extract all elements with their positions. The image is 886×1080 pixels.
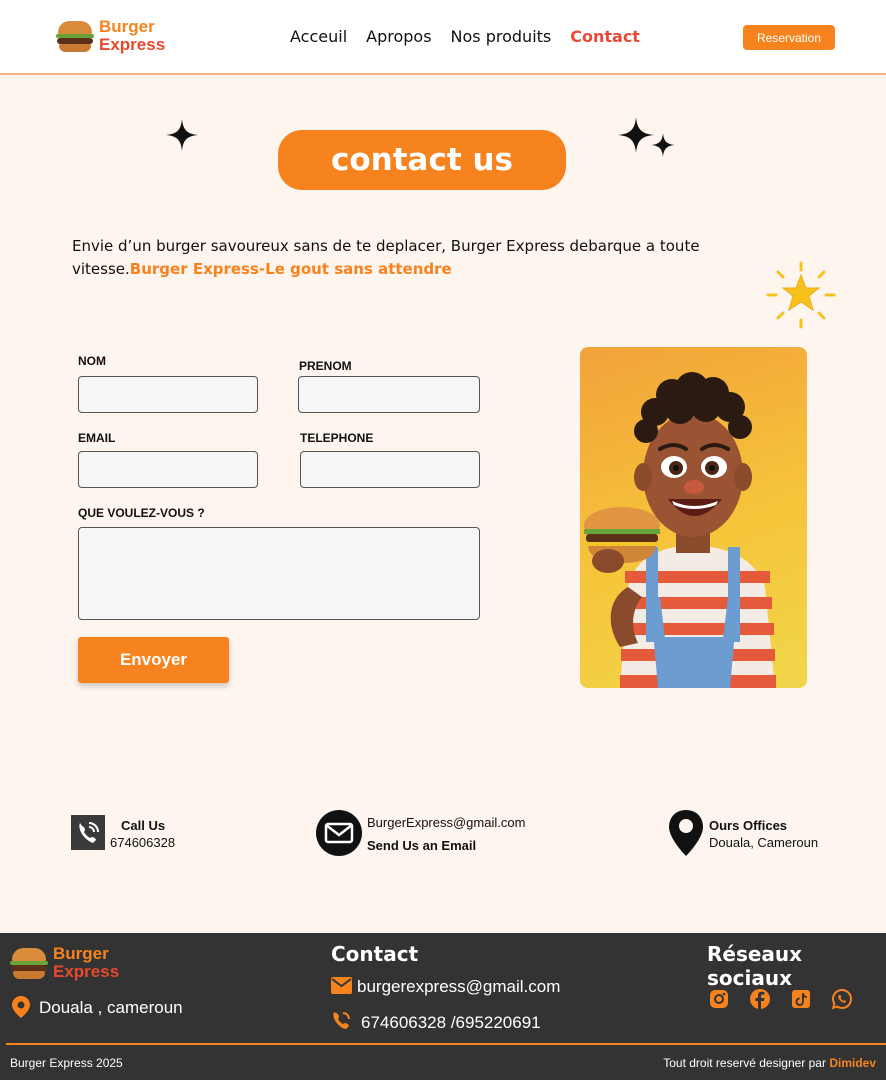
nav-item-apropos[interactable]: Apropos xyxy=(366,27,431,46)
whatsapp-icon[interactable] xyxy=(832,989,852,1009)
footer-logo[interactable]: Burger Express xyxy=(10,945,119,981)
email-input[interactable] xyxy=(78,451,258,488)
footer-phone[interactable]: 674606328 /695220691 xyxy=(361,1013,541,1033)
office-title: Ours Offices xyxy=(709,818,788,833)
send-email-title: Send Us an Email xyxy=(367,838,477,853)
instagram-icon[interactable] xyxy=(709,989,729,1009)
site-header: Burger Express Acceuil Apropos Nos produ… xyxy=(0,0,886,75)
email-icon xyxy=(316,810,362,856)
phone-icon xyxy=(71,815,105,850)
site-footer: Burger Express Douala , cameroun Contact… xyxy=(0,933,886,1080)
intro-paragraph: Envie d’un burger savoureux sans de te d… xyxy=(72,235,742,281)
intro-tagline: Burger Express-Le gout sans attendre xyxy=(129,260,452,278)
nav-item-contact[interactable]: Contact xyxy=(570,27,640,46)
nav-item-nos-produits[interactable]: Nos produits xyxy=(451,27,552,46)
facebook-icon[interactable] xyxy=(750,989,770,1009)
send-button[interactable]: Envoyer xyxy=(78,637,229,683)
sparkle-icon-small xyxy=(651,133,675,157)
footer-logo-text: Burger Express xyxy=(53,945,119,981)
call-us-number[interactable]: 674606328 xyxy=(110,835,175,850)
location-pin-icon xyxy=(669,810,703,856)
logo-line-2: Express xyxy=(99,35,166,54)
telephone-input[interactable] xyxy=(300,451,480,488)
main-nav: Acceuil Apropos Nos produits Contact xyxy=(290,27,640,46)
footer-location: Douala , cameroun xyxy=(39,998,183,1017)
footer-divider xyxy=(6,1043,886,1045)
copyright-text: Burger Express 2025 xyxy=(10,1056,123,1070)
logo-line-1: Burger xyxy=(99,17,155,36)
telephone-label: TELEPHONE xyxy=(300,431,374,445)
prenom-input[interactable] xyxy=(298,376,480,413)
rights-text: Tout droit reservé designer par Dimidev xyxy=(663,1056,876,1070)
message-textarea[interactable] xyxy=(78,527,480,620)
prenom-label: PRENOM xyxy=(299,359,352,373)
sparkle-icon-large xyxy=(618,117,654,153)
nom-input[interactable] xyxy=(78,376,258,413)
footer-logo-line-1: Burger xyxy=(53,944,109,963)
mail-icon xyxy=(331,977,352,994)
office-location: Douala, Cameroun xyxy=(709,835,819,850)
nav-item-acceuil[interactable]: Acceuil xyxy=(290,27,347,46)
tiktok-icon[interactable] xyxy=(791,989,811,1009)
reservation-button[interactable]: Reservation xyxy=(743,25,835,50)
footer-logo-line-2: Express xyxy=(53,962,120,981)
boy-with-burger-illustration xyxy=(580,347,807,688)
nom-label: NOM xyxy=(78,354,106,368)
rights-label: Tout droit reservé designer par xyxy=(663,1056,830,1070)
call-us-title: Call Us xyxy=(121,818,166,833)
email-label: EMAIL xyxy=(78,431,116,445)
footer-email[interactable]: burgerexpress@gmail.com xyxy=(357,977,560,997)
footer-contact-heading: Contact xyxy=(331,942,419,966)
page-title: contact us xyxy=(278,130,566,190)
burger-logo-icon xyxy=(10,946,48,980)
star-icon xyxy=(766,261,836,329)
sparkle-icon xyxy=(166,119,198,151)
phone-icon xyxy=(333,1012,350,1029)
email-address[interactable]: BurgerExpress@gmail.com xyxy=(367,815,525,830)
logo[interactable]: Burger Express xyxy=(56,18,165,54)
footer-social-heading: Réseaux sociaux xyxy=(707,942,803,990)
message-label: QUE VOULEZ-VOUS ? xyxy=(78,506,205,520)
location-icon xyxy=(12,996,30,1018)
burger-logo-icon xyxy=(56,19,94,53)
designer-link[interactable]: Dimidev xyxy=(829,1056,876,1070)
logo-text: Burger Express xyxy=(99,18,165,54)
